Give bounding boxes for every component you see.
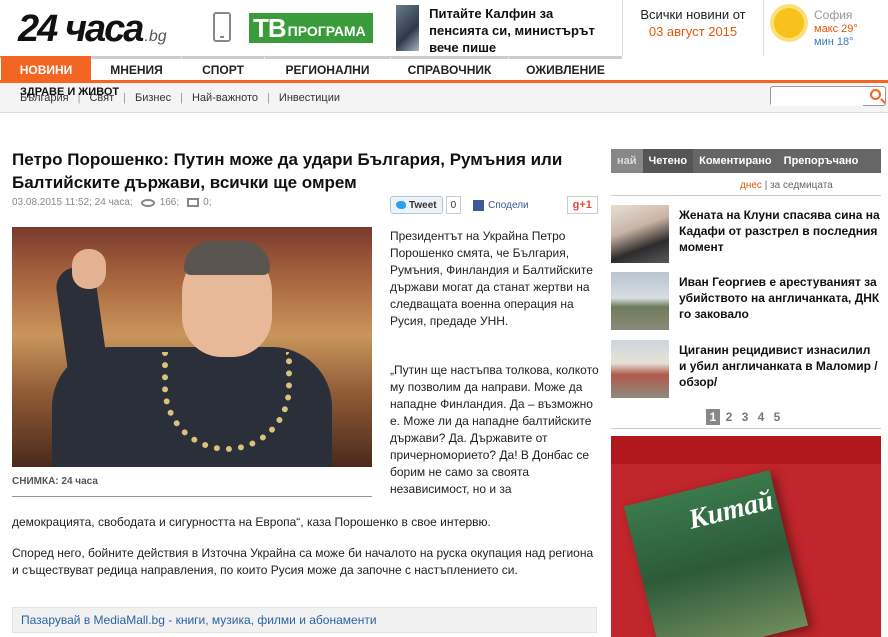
nav-item-health-life[interactable]: ЗДРАВЕ И ЖИВОТ — [20, 86, 119, 98]
divider — [611, 428, 881, 429]
tab-most-commented[interactable]: Коментирано — [693, 149, 778, 173]
nav-item-opinions[interactable]: МНЕНИЯ — [91, 56, 181, 80]
main-nav: НОВИНИ МНЕНИЯ СПОРТ РЕГИОНАЛНИ СПРАВОЧНИ… — [0, 56, 888, 83]
tv-program-big-label: ТВ — [253, 12, 287, 43]
article-datetime: 03.08.2015 11:52; — [12, 197, 92, 208]
article-views: 166; — [159, 197, 180, 208]
divider — [12, 496, 372, 497]
nav-item-news[interactable]: НОВИНИ — [0, 56, 91, 80]
google-plus-button[interactable]: g+1 — [566, 196, 598, 214]
article-source: 24 часа; — [94, 197, 133, 208]
pagination: 1 2 3 4 5 — [706, 409, 786, 425]
site-search — [770, 86, 886, 106]
article-photo — [12, 227, 372, 467]
article-meta: 03.08.2015 11:52; 24 часа; 166; 0; — [12, 197, 212, 208]
promo-text: Питайте Калфин за пенсията си, министъръ… — [429, 6, 595, 55]
separator: | — [180, 92, 183, 104]
comment-icon[interactable] — [187, 198, 200, 207]
twitter-bird-icon — [396, 201, 406, 209]
page-4[interactable]: 4 — [754, 409, 768, 425]
photo-caption: СНИМКА: 24 часа — [12, 476, 98, 487]
tab-most-recommended[interactable]: Препоръчано — [778, 149, 865, 173]
article-title: Петро Порошенко: Путин може да удари Бъл… — [12, 150, 563, 192]
all-news-date: 03 август 2015 — [648, 24, 738, 39]
magazine-title: Китай — [685, 484, 777, 536]
page-2[interactable]: 2 — [722, 409, 736, 425]
tv-program-small-label: ПРОГРАМА — [287, 23, 366, 39]
facebook-icon[interactable] — [473, 199, 485, 211]
tweet-label: Tweet — [409, 199, 437, 211]
search-input[interactable] — [771, 88, 863, 106]
sub-nav: България | Свят | Бизнес | Най-важното | Инв… — [0, 83, 888, 113]
tweet-count: 0 — [445, 196, 462, 214]
all-news-label: Всички новини от — [640, 7, 746, 22]
article-paragraph: Президентът на Украйна Петро Порошенко с… — [390, 229, 593, 328]
tab-most-label: най — [611, 149, 643, 173]
period-switch: днес | за седмицата — [740, 180, 833, 191]
site-header: 24 часа .bg ТВ ПРОГРАМА Питайте Калфин з… — [0, 0, 888, 56]
most-tabs: най Четено Коментирано Препоръчано — [611, 149, 881, 173]
subnav-link-investments[interactable]: Инвестиции — [279, 92, 340, 104]
list-item-title: Иван Георгиев е арестуваният за убийство… — [679, 275, 880, 321]
logo-domain-text: .bg — [144, 28, 167, 45]
period-today[interactable]: днес — [740, 180, 762, 191]
ad-banner[interactable]: Китай — [611, 436, 881, 637]
tv-program-button[interactable]: ТВ ПРОГРАМА — [249, 13, 373, 43]
tab-most-read[interactable]: Четено — [642, 149, 694, 173]
sun-icon — [774, 8, 804, 38]
article-paragraph: демокрацията, свободата и сигурността на… — [12, 515, 491, 529]
separator: | — [267, 92, 270, 104]
separator: | — [123, 92, 127, 104]
period-separator: | — [761, 180, 771, 191]
mobile-phone-icon[interactable] — [213, 12, 231, 42]
list-item-thumbnail — [611, 340, 669, 398]
list-item-thumbnail — [611, 272, 669, 330]
weather-min-temp: мин 18° — [814, 36, 854, 48]
subnav-link-business[interactable]: Бизнес — [135, 92, 171, 104]
nav-item-directory[interactable]: СПРАВОЧНИК — [390, 56, 508, 80]
article-paragraph: „Путин ще настъпва толкова, колкото му п… — [390, 363, 599, 496]
list-item[interactable]: Жената на Клуни спасява сина на Кадафи о… — [611, 205, 881, 265]
eye-icon — [140, 198, 155, 207]
share-bar: Tweet 0 Сподели g+1 — [390, 196, 598, 214]
page-5[interactable]: 5 — [770, 409, 784, 425]
weather-max-temp: макс 29° — [814, 23, 858, 35]
nav-item-regional[interactable]: РЕГИОНАЛНИ — [264, 56, 390, 80]
list-item-thumbnail — [611, 205, 669, 263]
magazine-cover: Китай — [623, 470, 809, 637]
nav-item-revival[interactable]: ОЖИВЛЕНИЕ — [508, 56, 622, 80]
search-icon[interactable] — [870, 89, 881, 100]
tweet-button[interactable]: Tweet — [390, 196, 443, 214]
weather-widget[interactable]: София макс 29° мин 18° — [768, 4, 888, 54]
list-item[interactable]: Циганин рецидивист изнасилил и убил англ… — [611, 340, 881, 400]
article-paragraph: Според него, бойните действия в Източна … — [12, 546, 594, 577]
page-1[interactable]: 1 — [706, 409, 720, 425]
list-item-title: Циганин рецидивист изнасилил и убил англ… — [679, 343, 878, 389]
facebook-share-link[interactable]: Сподели — [488, 200, 528, 211]
divider — [611, 195, 881, 196]
nav-item-sport[interactable]: СПОРТ — [181, 56, 264, 80]
subnav-link-most-important[interactable]: Най-важното — [192, 92, 258, 104]
page-3[interactable]: 3 — [738, 409, 752, 425]
header-promo-link[interactable]: Питайте Калфин за пенсията си, министъръ… — [396, 5, 612, 55]
weather-city: София — [814, 8, 853, 22]
period-week[interactable]: за седмицата — [770, 180, 833, 191]
article-comments-count[interactable]: 0; — [203, 197, 211, 208]
list-item-title: Жената на Клуни спасява сина на Кадафи о… — [679, 208, 880, 254]
all-news-by-date[interactable]: Всички новини от 03 август 2015 — [622, 0, 764, 56]
promo-thumbnail — [396, 5, 420, 51]
site-logo[interactable]: 24 часа .bg — [18, 8, 167, 50]
logo-main-text: 24 часа — [18, 8, 144, 50]
mediamall-link[interactable]: Пазарувай в MediaMall.bg - книги, музика… — [12, 607, 597, 633]
list-item[interactable]: Иван Георгиев е арестуваният за убийство… — [611, 272, 881, 332]
